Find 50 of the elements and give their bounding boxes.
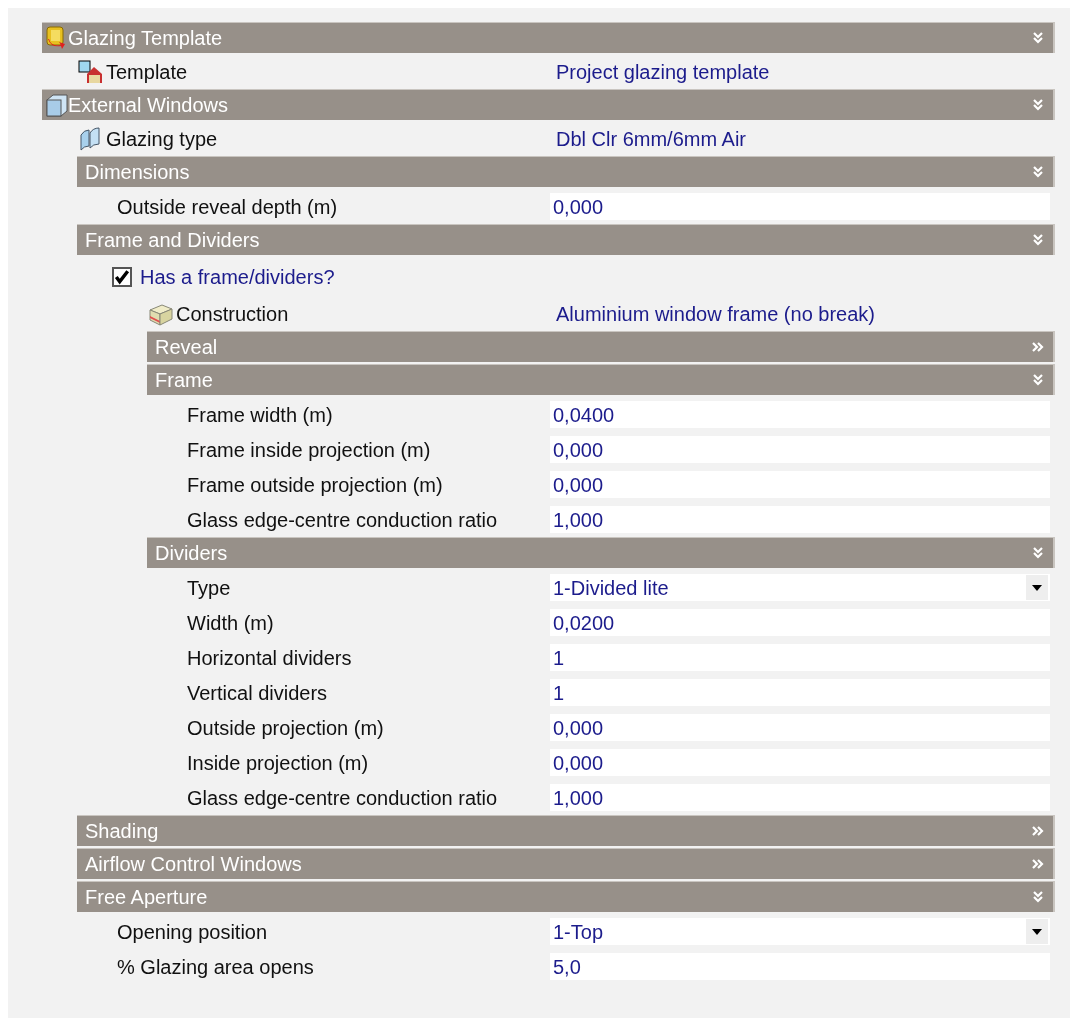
input-field[interactable]: 0,000 [550, 714, 1050, 741]
input-field[interactable]: 0,000 [550, 436, 1050, 463]
property-label: Glass edge-centre conduction ratio [187, 785, 498, 811]
input-field[interactable]: 0,000 [550, 749, 1050, 776]
property-label: Opening position [117, 919, 268, 945]
property-label: Inside projection (m) [187, 750, 369, 776]
input-field[interactable]: 1 [550, 644, 1050, 671]
property-label: Frame inside projection (m) [187, 437, 431, 463]
input-field[interactable]: 0,0200 [550, 609, 1050, 636]
input-field[interactable]: 0,0400 [550, 401, 1050, 428]
dropdown-arrow-icon [1032, 928, 1042, 935]
input-field[interactable]: 0,000 [550, 471, 1050, 498]
input-field[interactable]: 5,0 [550, 953, 1050, 980]
input-field[interactable]: 0,000 [550, 193, 1050, 220]
property-value[interactable]: Project glazing template [550, 57, 770, 87]
property-label: Type [187, 575, 231, 601]
property-label: Outside reveal depth (m) [117, 194, 338, 220]
property-label: Frame outside projection (m) [187, 472, 443, 498]
dropdown-arrow-icon [1032, 584, 1042, 591]
property-label: Construction [176, 302, 289, 327]
window-icon [44, 92, 68, 118]
input-field[interactable]: 1 [550, 679, 1050, 706]
checkbox[interactable] [112, 267, 132, 287]
house-icon [78, 60, 104, 84]
checkmark-icon [114, 269, 130, 285]
property-label: Glass edge-centre conduction ratio [187, 507, 498, 533]
collapse-chevron-icon [1031, 232, 1045, 248]
property-value[interactable]: Dbl Clr 6mm/6mm Air [550, 124, 746, 154]
input-field[interactable]: 1,000 [550, 784, 1050, 811]
input-field[interactable]: 1,000 [550, 506, 1050, 533]
property-label: % Glazing area opens [117, 954, 314, 980]
property-label: Horizontal dividers [187, 645, 352, 671]
property-label: Width (m) [187, 610, 274, 636]
checkbox-label[interactable]: Has a frame/dividers? [140, 262, 335, 292]
collapse-chevron-icon [1031, 30, 1045, 46]
dropdown-field[interactable]: 1-Divided lite [550, 574, 1050, 601]
collapse-chevron-icon [1031, 545, 1045, 561]
property-label: Glazing type [106, 127, 218, 152]
property-value[interactable]: Aluminium window frame (no break) [550, 299, 875, 329]
collapse-chevron-icon [1031, 372, 1045, 388]
collapse-chevron-icon [1031, 97, 1045, 113]
property-label: Template [106, 60, 188, 85]
template-icon [44, 25, 68, 51]
property-label: Frame width (m) [187, 402, 333, 428]
collapse-chevron-icon [1031, 164, 1045, 180]
property-label: Vertical dividers [187, 680, 328, 706]
collapse-chevron-icon [1031, 889, 1045, 905]
dropdown-field[interactable]: 1-Top [550, 918, 1050, 945]
property-label: Outside projection (m) [187, 715, 384, 741]
layers-icon [148, 302, 174, 326]
